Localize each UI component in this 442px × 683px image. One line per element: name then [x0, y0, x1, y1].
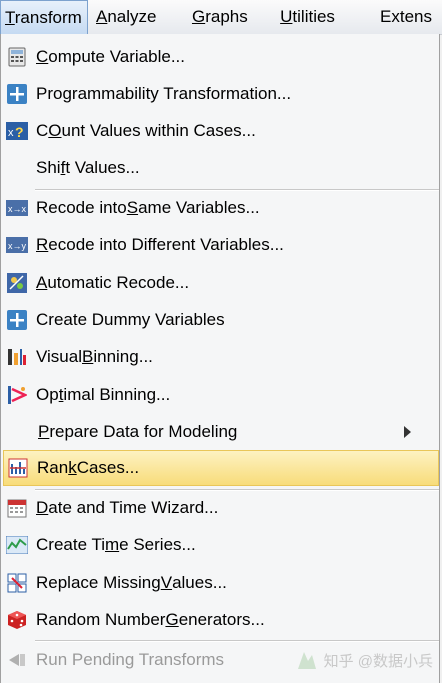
menu-item-optimal-binning[interactable]: Op t imal Binning... — [3, 377, 439, 413]
menu-item-date-time-wizard[interactable]: Date and Time Wizard... — [3, 490, 439, 526]
recode-different-icon: x→y — [6, 234, 28, 256]
menu-analyze[interactable]: Analyze — [88, 0, 184, 34]
calendar-icon — [6, 497, 28, 519]
menu-graphs[interactable]: Graphs — [184, 0, 272, 34]
menu-bar: Transform Analyze Graphs Utilities Exten… — [0, 0, 442, 35]
watermark: 知乎 @数据小兵 — [296, 649, 433, 671]
menu-transform[interactable]: Transform — [0, 0, 88, 34]
plus-icon — [6, 309, 28, 331]
calculator-icon — [6, 46, 28, 68]
visual-binning-icon — [6, 346, 28, 368]
menu-item-visual-binning[interactable]: Visual Binning... — [3, 339, 439, 375]
menu-item-replace-missing-values[interactable]: Replace Missing Values... — [3, 565, 439, 601]
submenu-arrow-icon — [404, 426, 411, 438]
menu-item-random-number-generators[interactable]: Random Number Generators... — [3, 602, 439, 638]
menu-extensions[interactable]: Extens — [372, 0, 442, 34]
run-pending-icon — [6, 649, 28, 671]
menu-item-create-dummy-variables[interactable]: Create Dummy Variables — [3, 302, 439, 338]
watermark-logo-icon — [297, 652, 316, 669]
rank-cases-icon — [7, 457, 29, 479]
automatic-recode-icon — [6, 272, 28, 294]
optimal-binning-icon — [6, 384, 28, 406]
svg-text:x→x: x→x — [8, 204, 27, 214]
menu-item-recode-different[interactable]: x→y Recode into Different Variables... — [3, 227, 439, 263]
dice-icon — [6, 609, 28, 631]
menu-utilities[interactable]: Utilities — [272, 0, 372, 34]
menu-item-prepare-data-for-modeling[interactable]: Prepare Data for Modeling — [3, 414, 439, 450]
time-series-icon — [6, 534, 28, 556]
replace-missing-icon — [6, 572, 28, 594]
menu-item-recode-same[interactable]: x→x Recode into Same Variables... — [3, 190, 439, 226]
menu-item-automatic-recode[interactable]: Automatic Recode... — [3, 265, 439, 301]
transform-dropdown: Compute Variable... Programmability Tran… — [0, 34, 440, 683]
svg-text:x→y: x→y — [8, 241, 27, 251]
menu-item-shift-values[interactable]: Shi f t Values... — [3, 150, 439, 186]
svg-text:?: ? — [15, 124, 24, 140]
recode-same-icon: x→x — [6, 197, 28, 219]
menu-item-rank-cases[interactable]: Ran k Cases... — [3, 450, 439, 486]
plus-icon — [6, 83, 28, 105]
count-values-icon: x? — [6, 120, 28, 142]
menu-item-count-values[interactable]: x? C Ount Values within Cases... — [3, 113, 439, 149]
menu-item-programmability-transformation[interactable]: Programmability Transformation... — [3, 76, 439, 112]
menu-item-create-time-series[interactable]: Create Ti m e Series... — [3, 527, 439, 563]
svg-text:x: x — [8, 127, 14, 139]
menu-item-compute-variable[interactable]: Compute Variable... — [3, 39, 439, 75]
